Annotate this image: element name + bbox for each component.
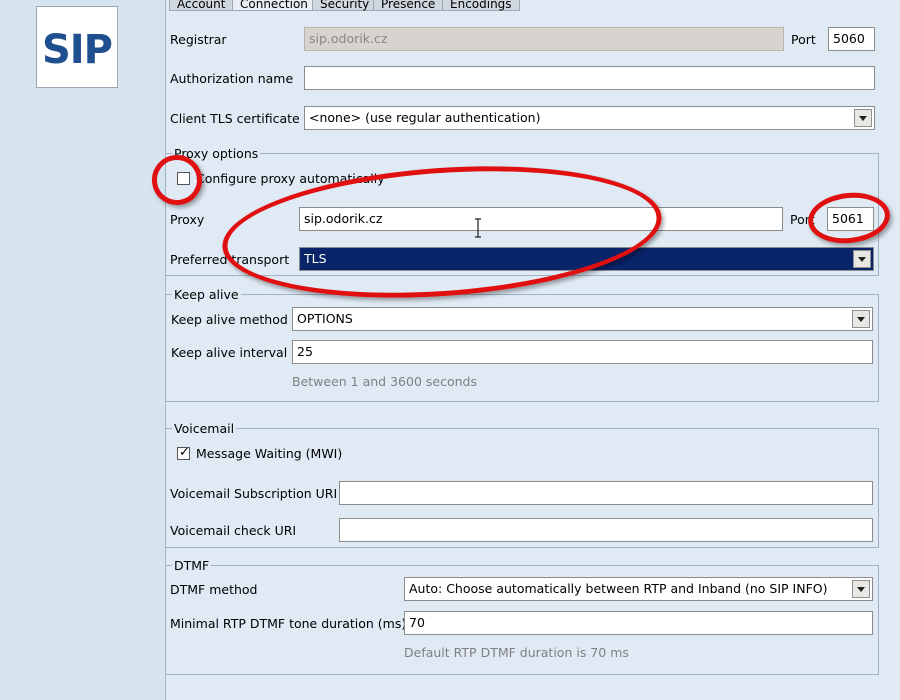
configure-proxy-auto-checkbox[interactable] bbox=[177, 172, 190, 185]
sip-logo-text: SIP bbox=[41, 27, 113, 73]
configure-proxy-auto-label: Configure proxy automatically bbox=[196, 171, 385, 186]
chevron-down-icon[interactable] bbox=[854, 109, 872, 127]
chevron-down-icon[interactable] bbox=[852, 310, 870, 328]
text-cursor-icon bbox=[475, 218, 481, 238]
client-tls-select[interactable]: <none> (use regular authentication) bbox=[304, 106, 875, 130]
mwi-checkbox[interactable]: ✓ bbox=[177, 445, 190, 460]
preferred-transport-label: Preferred transport bbox=[170, 252, 290, 267]
proxy-port-input[interactable]: 5061 bbox=[827, 207, 874, 231]
voicemail-subscription-uri-label: Voicemail Subscription URI bbox=[170, 486, 338, 501]
dtmf-method-label: DTMF method bbox=[170, 582, 258, 597]
keep-alive-legend: Keep alive bbox=[172, 287, 241, 302]
dtmf-legend: DTMF bbox=[172, 558, 212, 573]
tab-encodings[interactable]: Encodings bbox=[442, 0, 520, 11]
keep-alive-method-value: OPTIONS bbox=[297, 311, 353, 326]
tab-connection[interactable]: Connection bbox=[232, 0, 316, 11]
keep-alive-hint: Between 1 and 3600 seconds bbox=[292, 374, 477, 389]
voicemail-subscription-uri-input[interactable] bbox=[339, 481, 873, 505]
proxy-input[interactable]: sip.odorik.cz bbox=[299, 207, 783, 231]
tab-security[interactable]: Security bbox=[312, 0, 378, 11]
dtmf-method-value: Auto: Choose automatically between RTP a… bbox=[409, 581, 828, 596]
keep-alive-method-select[interactable]: OPTIONS bbox=[292, 307, 873, 331]
tab-account[interactable]: Account bbox=[169, 0, 234, 11]
chevron-down-icon[interactable] bbox=[852, 580, 870, 598]
proxy-options-legend: Proxy options bbox=[172, 146, 261, 161]
dtmf-hint: Default RTP DTMF duration is 70 ms bbox=[404, 645, 629, 660]
voicemail-check-uri-input[interactable] bbox=[339, 518, 873, 542]
checkmark-icon: ✓ bbox=[179, 445, 190, 460]
proxy-port-label: Port bbox=[790, 212, 815, 227]
sip-logo: SIP bbox=[36, 6, 118, 88]
preferred-transport-value: TLS bbox=[304, 251, 327, 266]
tab-presence[interactable]: Presence bbox=[373, 0, 444, 11]
voicemail-check-uri-label: Voicemail check URI bbox=[170, 523, 297, 538]
registrar-port-input[interactable]: 5060 bbox=[828, 27, 875, 51]
dtmf-duration-label: Minimal RTP DTMF tone duration (ms) bbox=[170, 616, 407, 631]
chevron-down-icon[interactable] bbox=[853, 250, 871, 268]
client-tls-label: Client TLS certificate bbox=[170, 111, 300, 126]
proxy-label: Proxy bbox=[170, 212, 205, 227]
authorization-name-input[interactable] bbox=[304, 66, 875, 90]
registrar-port-label: Port bbox=[791, 32, 816, 47]
keep-alive-method-label: Keep alive method bbox=[171, 312, 288, 327]
client-tls-value: <none> (use regular authentication) bbox=[309, 110, 541, 125]
registrar-label: Registrar bbox=[170, 32, 227, 47]
registrar-input[interactable]: sip.odorik.cz bbox=[304, 27, 784, 51]
mwi-label: Message Waiting (MWI) bbox=[196, 446, 343, 461]
voicemail-legend: Voicemail bbox=[172, 421, 237, 436]
keep-alive-interval-label: Keep alive interval bbox=[171, 345, 288, 360]
authorization-name-label: Authorization name bbox=[170, 71, 294, 86]
dtmf-method-select[interactable]: Auto: Choose automatically between RTP a… bbox=[404, 577, 873, 601]
keep-alive-interval-input[interactable]: 25 bbox=[292, 340, 873, 364]
preferred-transport-select[interactable]: TLS bbox=[299, 247, 874, 271]
dtmf-duration-input[interactable]: 70 bbox=[404, 611, 873, 635]
